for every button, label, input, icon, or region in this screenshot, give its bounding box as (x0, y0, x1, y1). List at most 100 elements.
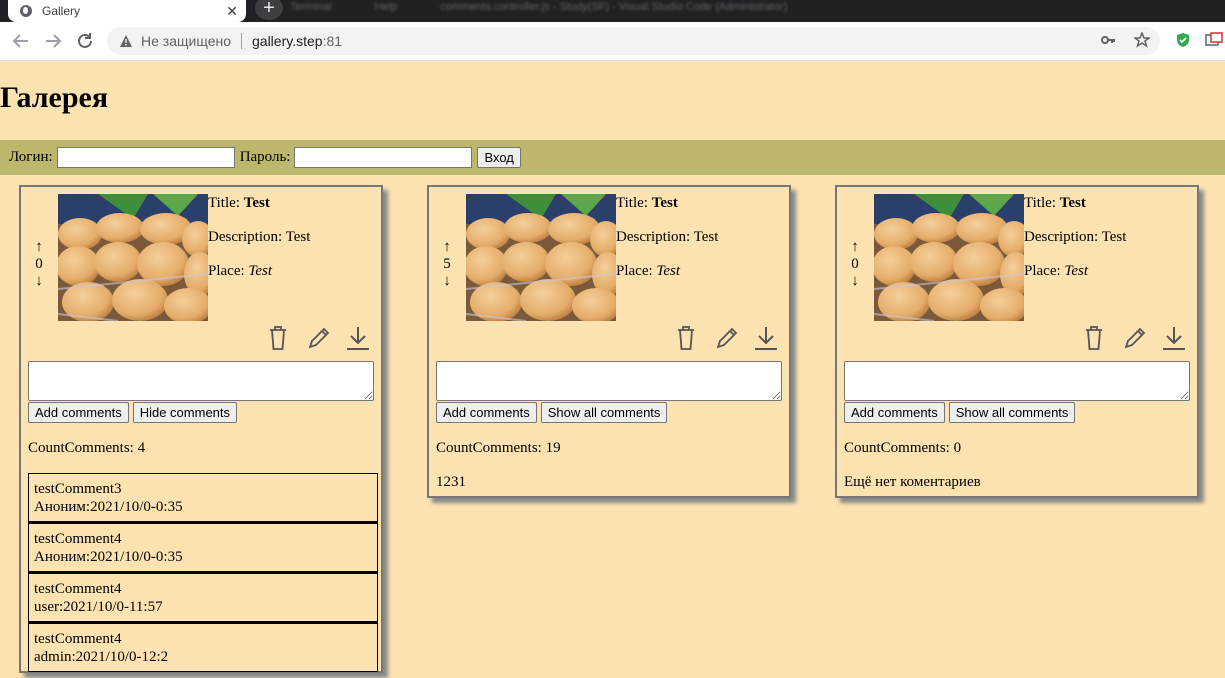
download-icon[interactable] (754, 325, 778, 351)
browser-tab-gallery[interactable]: Gallery ✕ (8, 0, 246, 22)
pencil-icon[interactable] (306, 325, 330, 351)
photo-info: Title: Test Description: Test Place: Tes… (208, 195, 310, 297)
comment-count: CountComments: 0 (844, 440, 961, 457)
extension-icon[interactable] (1205, 32, 1223, 48)
comment-item: testComment4 Аноним:2021/10/0-0:35 (28, 522, 378, 572)
count-value: 4 (137, 440, 146, 456)
comment-text: testComment4 (34, 631, 122, 647)
photo-place: Test (656, 263, 681, 279)
comment-text: testComment4 (34, 531, 122, 547)
downvote-arrow[interactable]: ↓ (847, 273, 863, 290)
forward-icon[interactable] (42, 30, 64, 52)
address-bar[interactable]: Не защищено gallery.step:81 (107, 27, 1160, 55)
comment-meta: user:2021/10/0-11:57 (34, 599, 163, 615)
upvote-arrow[interactable]: ↑ (439, 239, 455, 256)
pencil-icon[interactable] (714, 325, 738, 351)
pencil-icon[interactable] (1122, 325, 1146, 351)
description-label: Description: (616, 229, 691, 245)
login-label: Логин: (9, 149, 53, 165)
rating-value: 0 (35, 256, 43, 272)
gallery-card: ↑ 0 ↓ Title: Test Description: Test Plac… (835, 185, 1199, 498)
comment-preview: 1231 (436, 474, 466, 490)
trash-icon[interactable] (266, 325, 290, 351)
place-label: Place: (616, 263, 653, 279)
add-comment-button[interactable]: Add comments (28, 402, 129, 423)
downvote-arrow[interactable]: ↓ (439, 273, 455, 290)
upvote-arrow[interactable]: ↑ (847, 239, 863, 256)
description-label: Description: (208, 229, 283, 245)
place-label: Place: (208, 263, 245, 279)
photo-title: Test (1059, 195, 1086, 211)
shield-extension-icon[interactable] (1175, 32, 1191, 48)
comment-meta: admin:2021/10/0-12:2 (34, 649, 169, 665)
description-label: Description: (1024, 229, 1099, 245)
trash-icon[interactable] (1082, 325, 1106, 351)
count-label: CountComments: (436, 440, 542, 456)
background-tabs[interactable]: Terminal Help comments.controller.js - S… (290, 0, 1225, 22)
comment-text: testComment3 (34, 481, 122, 497)
comment-input[interactable] (844, 361, 1190, 401)
reload-icon[interactable] (74, 30, 96, 52)
cookies-photo[interactable] (466, 194, 616, 321)
photo-place: Test (1064, 263, 1089, 279)
photo-title: Test (243, 195, 270, 211)
cookies-photo[interactable] (874, 194, 1024, 321)
security-status[interactable]: Не защищено (141, 33, 231, 49)
photo-info: Title: Test Description: Test Place: Tes… (616, 195, 718, 297)
comment-meta: Аноним:2021/10/0-0:35 (34, 499, 183, 515)
bookmark-star-icon[interactable] (1134, 32, 1150, 48)
cookies-photo[interactable] (58, 194, 208, 321)
photo-title: Test (651, 195, 678, 211)
gallery-card: ↑ 0 ↓ Title: Test Description: Test Plac… (19, 185, 383, 673)
login-input[interactable] (56, 147, 235, 168)
upvote-arrow[interactable]: ↑ (31, 239, 47, 256)
login-button[interactable]: Вход (477, 147, 521, 168)
rating-control: ↑ 0 ↓ (31, 239, 47, 290)
trash-icon[interactable] (674, 325, 698, 351)
background-tab[interactable]: Terminal (290, 1, 332, 13)
warning-icon[interactable] (119, 34, 133, 48)
back-icon[interactable] (10, 30, 32, 52)
count-label: CountComments: (28, 440, 134, 456)
add-comment-button[interactable]: Add comments (436, 402, 537, 423)
download-icon[interactable] (1162, 325, 1186, 351)
count-value: 0 (953, 440, 962, 456)
comment-input[interactable] (28, 361, 374, 401)
download-icon[interactable] (346, 325, 370, 351)
toggle-comments-button[interactable]: Show all comments (948, 402, 1076, 423)
background-tab[interactable]: Help (375, 1, 398, 13)
comment-input[interactable] (436, 361, 782, 401)
comment-buttons: Add comments Show all comments (844, 402, 1076, 423)
rating-control: ↑ 0 ↓ (847, 239, 863, 290)
url-text[interactable]: gallery.step:81 (252, 33, 342, 49)
title-label: Title: (616, 195, 648, 211)
comment-item: testComment4 admin:2021/10/0-12:2 (28, 622, 378, 672)
title-label: Title: (208, 195, 240, 211)
comment-buttons: Add comments Show all comments (436, 402, 668, 423)
toggle-comments-button[interactable]: Hide comments (132, 402, 238, 423)
comment-item: testComment4 user:2021/10/0-11:57 (28, 572, 378, 622)
url-host: gallery.step (252, 33, 323, 49)
place-label: Place: (1024, 263, 1061, 279)
comment-item: testComment3 Аноним:2021/10/0-0:35 (28, 473, 378, 522)
tab-close-icon[interactable]: ✕ (226, 3, 238, 20)
password-input[interactable] (294, 147, 473, 168)
add-comment-button[interactable]: Add comments (844, 402, 945, 423)
title-label: Title: (1024, 195, 1056, 211)
comment-count: CountComments: 19 (436, 440, 561, 457)
new-tab-button[interactable]: + (255, 0, 283, 20)
browser-tabstrip: Gallery ✕ + Terminal Help comments.contr… (0, 0, 1225, 22)
card-actions (674, 325, 778, 351)
password-label: Пароль: (239, 149, 291, 165)
background-tab[interactable]: comments.controller.js - Study(SF) - Vis… (440, 1, 787, 13)
photo-description: Test (285, 229, 311, 245)
photo-info: Title: Test Description: Test Place: Tes… (1024, 195, 1126, 297)
key-icon[interactable] (1100, 32, 1116, 48)
count-label: CountComments: (844, 440, 950, 456)
toggle-comments-button[interactable]: Show all comments (540, 402, 668, 423)
downvote-arrow[interactable]: ↓ (31, 273, 47, 290)
browser-toolbar: Не защищено gallery.step:81 (0, 22, 1225, 61)
photo-place: Test (248, 263, 273, 279)
rating-control: ↑ 5 ↓ (439, 239, 455, 290)
no-comments-message: Ещё нет коментариев (844, 474, 981, 490)
